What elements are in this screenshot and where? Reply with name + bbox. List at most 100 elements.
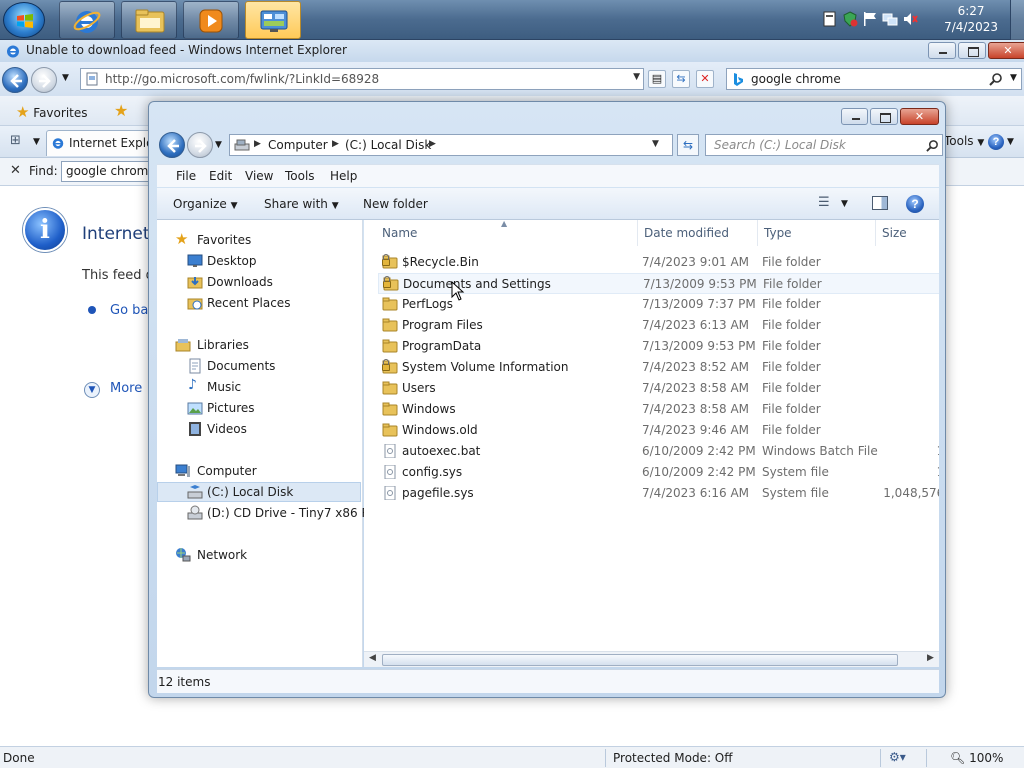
ie-maximize-button[interactable] [958, 42, 986, 59]
volume-muted-icon[interactable] [902, 11, 918, 27]
action-center-flag-icon[interactable] [862, 11, 878, 27]
tab-list-dropdown-icon[interactable]: ▼ [33, 137, 40, 147]
go-back-link[interactable]: Go ba [110, 303, 148, 318]
menu-file[interactable]: File [176, 169, 196, 183]
help-dropdown-icon[interactable]: ▼ [1007, 137, 1014, 147]
column-size[interactable]: Size [876, 220, 939, 246]
ie-forward-button[interactable] [31, 67, 57, 93]
stop-icon[interactable]: ✕ [696, 70, 714, 88]
taskbar-internet-explorer[interactable] [59, 1, 115, 39]
new-folder-button[interactable]: New folder [363, 197, 428, 211]
nav-c-drive[interactable]: (C:) Local Disk [157, 482, 361, 502]
menu-help[interactable]: Help [330, 169, 357, 183]
nav-pictures[interactable]: Pictures [157, 398, 361, 418]
clock[interactable]: 6:27 7/4/2023 [944, 3, 998, 35]
nav-downloads[interactable]: Downloads [157, 272, 361, 292]
taskbar-control-panel[interactable] [245, 1, 301, 39]
nav-videos[interactable]: Videos [157, 419, 361, 439]
find-input[interactable]: google chrome [61, 161, 161, 182]
start-button[interactable] [3, 2, 45, 38]
address-dropdown-icon[interactable]: ▼ [633, 72, 640, 82]
expand-more-icon[interactable]: ▼ [84, 382, 100, 398]
file-row[interactable]: pagefile.sys 7/4/2023 6:16 AM System file 1… [378, 483, 939, 504]
file-type: File folder [762, 360, 821, 374]
history-dropdown-icon[interactable]: ▼ [62, 73, 69, 83]
notification-icon[interactable] [822, 11, 838, 27]
taskbar-media-player[interactable] [183, 1, 239, 39]
explorer-maximize-button[interactable] [870, 108, 898, 125]
refresh-icon[interactable]: ⇆ [672, 70, 690, 88]
favorites-button[interactable]: ★ Favorites [16, 103, 88, 121]
ie-close-button[interactable]: ✕ [988, 42, 1024, 59]
page-icon [86, 72, 98, 86]
breadcrumb-c-drive[interactable]: (C:) Local Disk [345, 138, 431, 152]
protected-mode-status[interactable]: Protected Mode: Off [613, 751, 733, 765]
file-row[interactable]: config.sys 6/10/2009 2:42 PM System file 1 … [378, 462, 939, 483]
nav-computer[interactable]: Computer [157, 461, 361, 481]
file-row[interactable]: Windows 7/4/2023 8:58 AM File folder [378, 399, 939, 420]
scroll-right-icon[interactable]: ▶ [927, 653, 934, 663]
nav-network[interactable]: Network [157, 545, 361, 565]
file-row[interactable]: Users 7/4/2023 8:58 AM File folder [378, 378, 939, 399]
ie-address-bar[interactable]: http://go.microsoft.com/fwlink/?LinkId=6… [80, 68, 644, 90]
menu-view[interactable]: View [245, 169, 273, 183]
file-row[interactable]: autoexec.bat 6/10/2009 2:42 PM Windows Bat… [378, 441, 939, 462]
compatibility-view-icon[interactable]: ▤ [648, 70, 666, 88]
search-dropdown-icon[interactable]: ▼ [1010, 73, 1017, 83]
ie-help-icon[interactable]: ? [988, 134, 1004, 150]
explorer-minimize-button[interactable] [841, 108, 869, 125]
file-row[interactable]: Windows.old 7/4/2023 9:46 AM File folder [378, 420, 939, 441]
security-center-icon[interactable] [842, 11, 858, 27]
search-icon[interactable] [989, 72, 1003, 86]
tools-menu-button[interactable]: Tools ▼ [944, 134, 984, 148]
nav-d-drive[interactable]: (D:) CD Drive - Tiny7 x86 R1 [157, 503, 377, 523]
file-row[interactable]: ProgramData 7/13/2009 9:53 PM File folder [378, 336, 939, 357]
zoom-level[interactable]: 🔍︎ 100% ▼ [950, 751, 1024, 768]
explorer-search-box[interactable]: Search (C:) Local Disk [705, 134, 943, 156]
preview-pane-icon[interactable] [872, 196, 888, 210]
address-dropdown-icon[interactable]: ▼ [652, 139, 659, 149]
network-icon[interactable] [882, 11, 898, 27]
nav-documents[interactable]: Documents [157, 356, 361, 376]
nav-desktop[interactable]: Desktop [157, 251, 361, 271]
column-date-modified[interactable]: Date modified [638, 220, 758, 246]
explorer-help-icon[interactable]: ? [906, 195, 924, 213]
ie-title-bar[interactable]: Unable to download feed - Windows Intern… [0, 40, 1024, 62]
explorer-forward-button[interactable] [187, 132, 213, 158]
explorer-address-bar[interactable]: ▶ Computer ▶ (C:) Local Disk ▶ ▼ [229, 134, 673, 156]
ie-tab[interactable]: Internet Explorer [46, 130, 156, 156]
explorer-back-button[interactable] [159, 132, 185, 158]
breadcrumb-computer[interactable]: Computer [268, 138, 328, 152]
menu-tools[interactable]: Tools [285, 169, 315, 183]
show-desktop-button[interactable] [1010, 0, 1024, 40]
recent-pages-dropdown-icon[interactable]: ▼ [215, 140, 222, 150]
nav-libraries[interactable]: Libraries [157, 335, 361, 355]
file-row[interactable]: $Recycle.Bin 7/4/2023 9:01 AM File folder [378, 252, 939, 273]
ie-back-button[interactable] [2, 67, 28, 93]
add-favorite-icon[interactable]: ★ [114, 101, 128, 120]
menu-edit[interactable]: Edit [209, 169, 232, 183]
explorer-close-button[interactable]: ✕ [899, 108, 939, 125]
change-view-icon[interactable]: ☰ [818, 195, 830, 210]
security-zone-icon[interactable]: ⚙▾ [889, 750, 906, 764]
organize-button[interactable]: Organize ▼ [173, 197, 238, 211]
ie-minimize-button[interactable] [928, 42, 956, 59]
file-row[interactable]: System Volume Information 7/4/2023 8:52 A… [378, 357, 939, 378]
favorites-label: Favorites [33, 106, 88, 120]
more-info-link[interactable]: More [110, 381, 142, 396]
scrollbar-thumb[interactable] [382, 654, 898, 666]
nav-music[interactable]: ♪ Music [157, 377, 361, 397]
nav-favorites[interactable]: ★ Favorites [157, 230, 361, 250]
scroll-left-icon[interactable]: ◀ [369, 653, 376, 663]
taskbar-windows-explorer[interactable] [121, 1, 177, 39]
ie-search-box[interactable]: google chrome ▼ [726, 68, 1022, 90]
column-type[interactable]: Type [758, 220, 876, 246]
file-row[interactable]: Program Files 7/4/2023 6:13 AM File folder [378, 315, 939, 336]
nav-recent-places[interactable]: Recent Places [157, 293, 361, 313]
share-with-button[interactable]: Share with ▼ [264, 197, 339, 211]
horizontal-scrollbar[interactable]: ◀ ▶ [364, 651, 939, 667]
view-dropdown-icon[interactable]: ▼ [841, 199, 848, 209]
close-find-icon[interactable]: ✕ [10, 163, 21, 178]
quick-tabs-icon[interactable]: ⊞ [10, 133, 21, 148]
explorer-refresh-icon[interactable]: ⇆ [677, 134, 699, 156]
